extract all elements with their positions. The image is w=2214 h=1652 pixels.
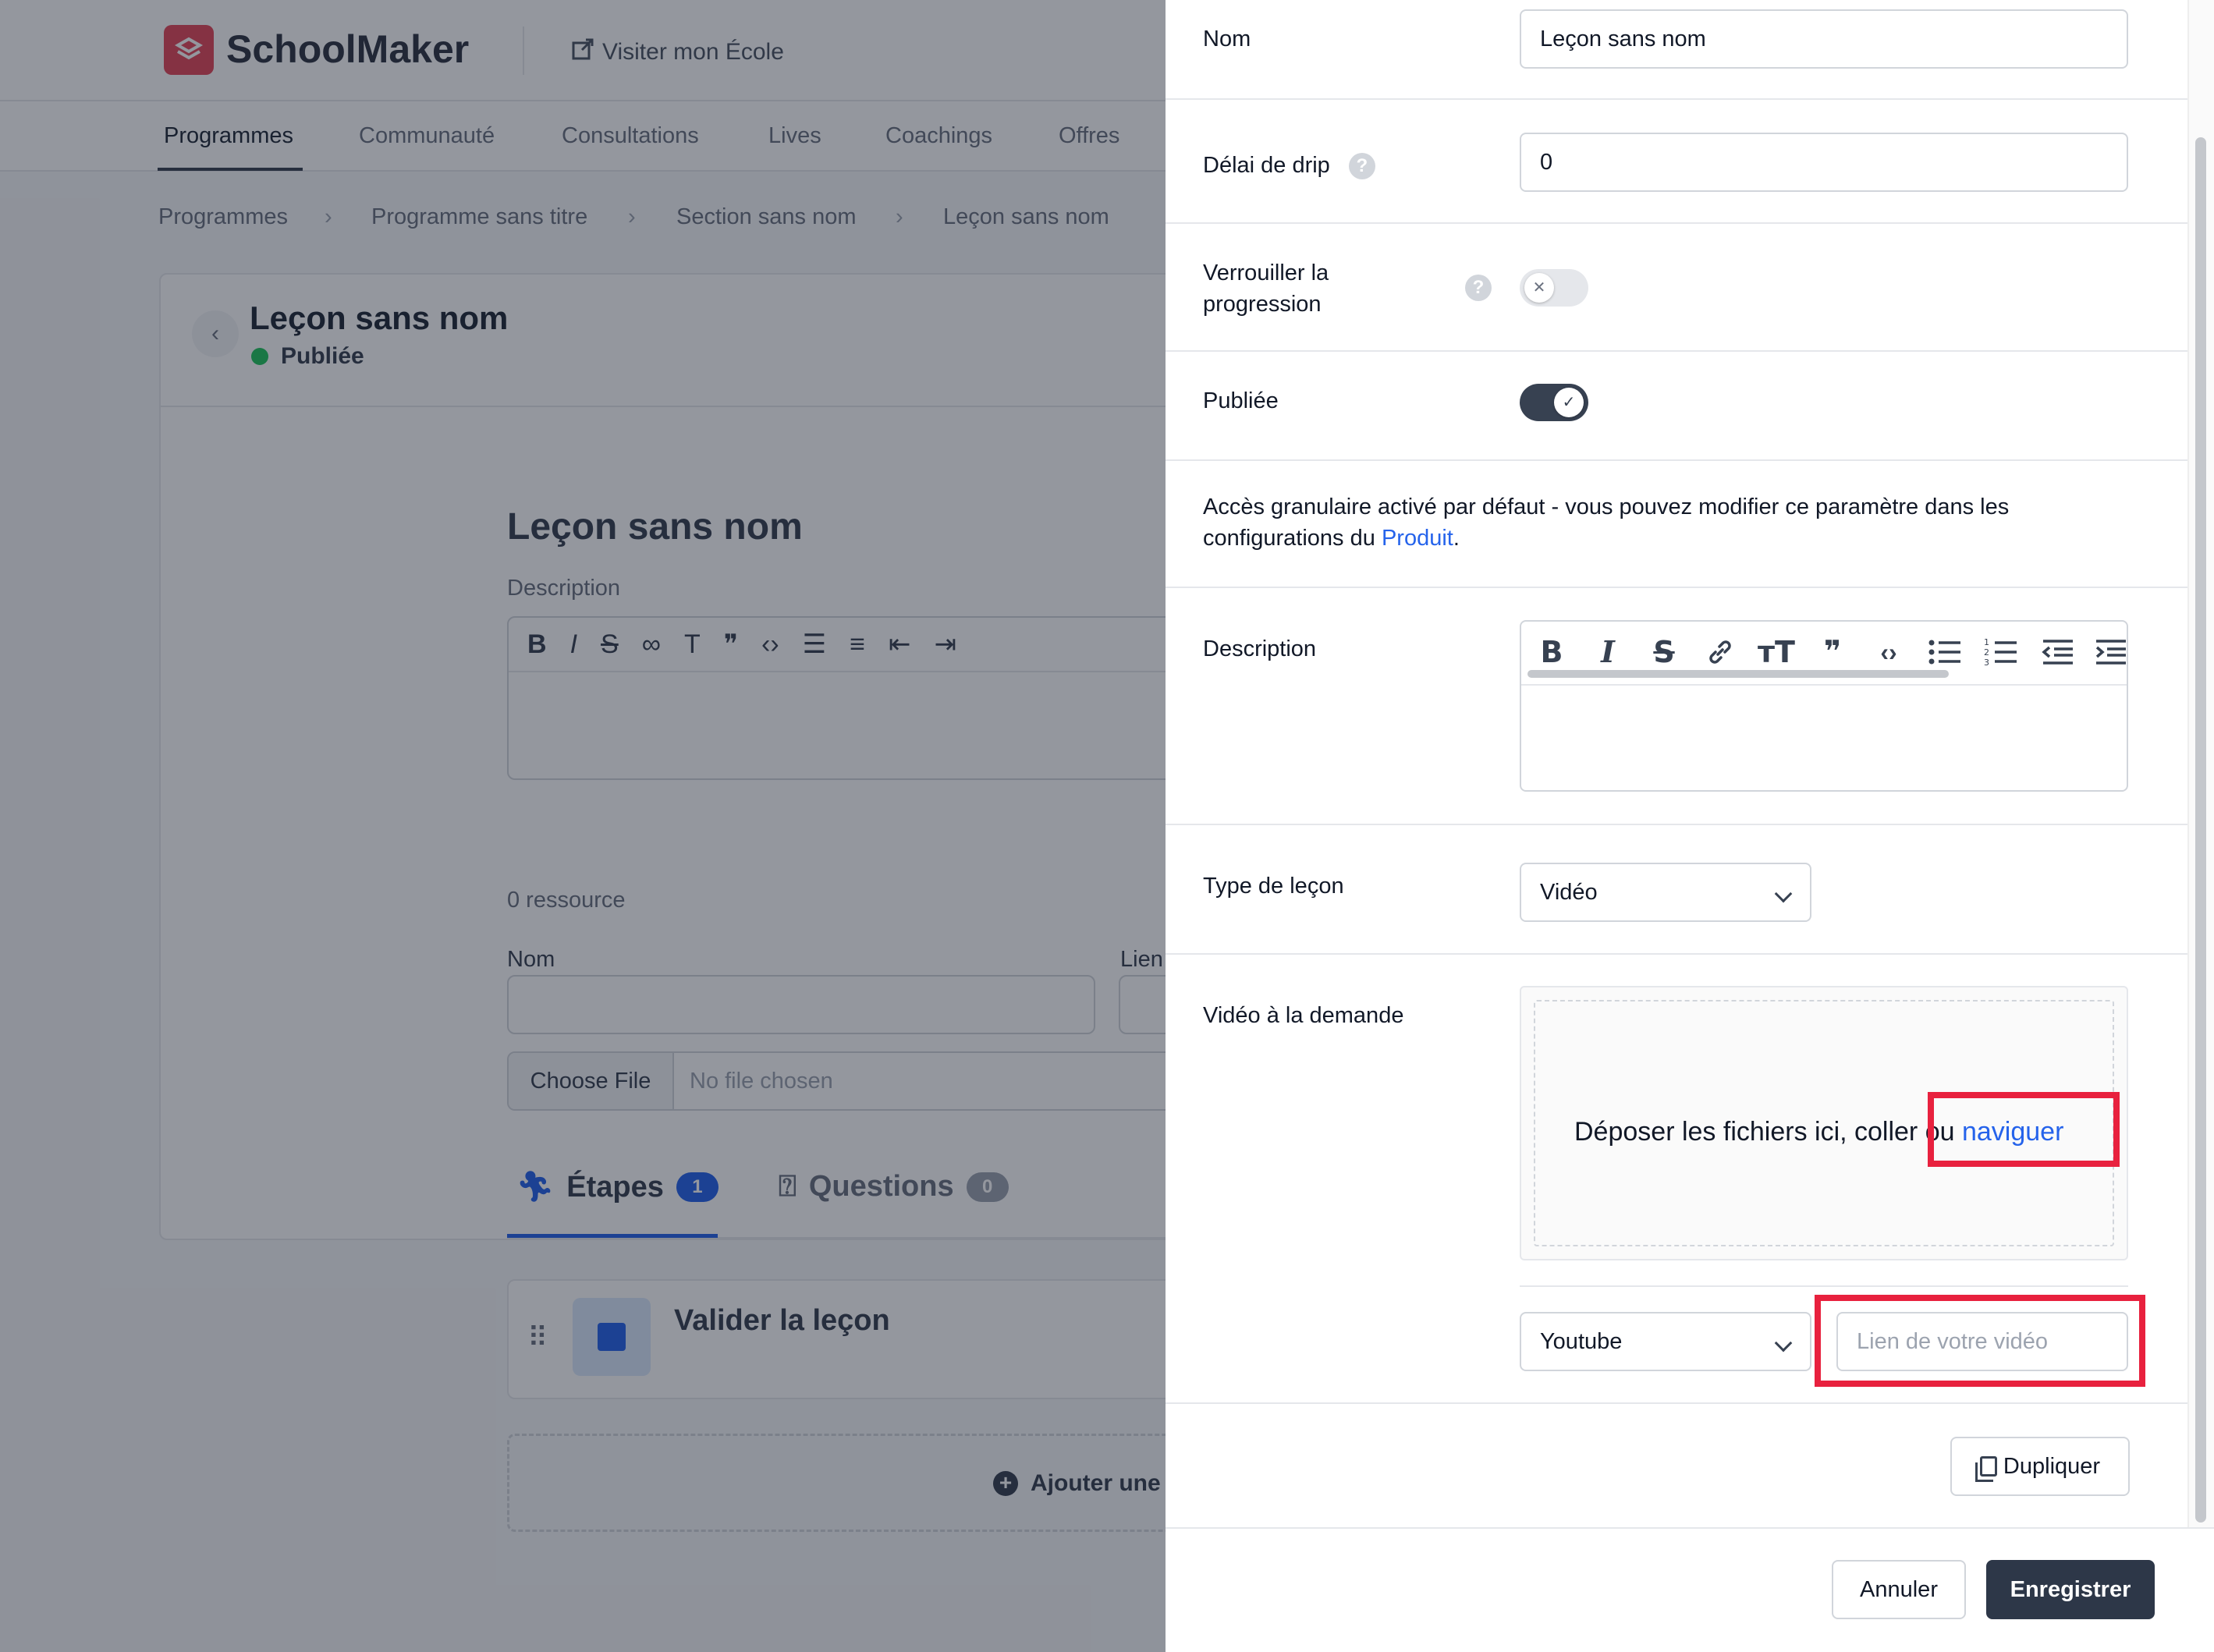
- row-divider: [1166, 459, 2187, 461]
- drawer-scrollbar-thumb[interactable]: [2195, 137, 2206, 1523]
- modal-overlay[interactable]: [0, 0, 1166, 1652]
- section-divider: [1520, 1285, 2128, 1287]
- lock-progress-line1: Verrouiller la: [1203, 261, 1329, 285]
- lesson-type-value: Vidéo: [1540, 880, 1598, 905]
- link-icon[interactable]: [1701, 633, 1740, 672]
- video-source-select[interactable]: Youtube: [1520, 1312, 1811, 1371]
- granular-access-info: Accès granulaire activé par défaut - vou…: [1203, 491, 2124, 554]
- lesson-settings-drawer: Nom Délai de drip ? Verrouiller la progr…: [1166, 0, 2214, 1652]
- video-source-value: Youtube: [1540, 1329, 1623, 1354]
- heading-icon[interactable]: ᴛT: [1757, 633, 1796, 672]
- help-icon[interactable]: ?: [1348, 153, 1375, 180]
- row-divider: [1166, 824, 2187, 825]
- code-icon[interactable]: ‹›: [1869, 633, 1908, 672]
- chevron-down-icon: [1774, 884, 1793, 903]
- row-divider: [1166, 953, 2187, 955]
- svg-text:2: 2: [1984, 647, 1989, 658]
- drip-delay-label: Délai de drip ?: [1203, 150, 1375, 181]
- strikethrough-icon[interactable]: S: [1645, 633, 1684, 672]
- highlight-box: [1815, 1295, 2145, 1387]
- info-period: .: [1453, 526, 1460, 551]
- lock-progress-line2: progression: [1203, 292, 1322, 317]
- outdent-icon[interactable]: [2038, 633, 2077, 672]
- check-icon: ✓: [1554, 388, 1584, 417]
- bold-icon[interactable]: B: [1532, 633, 1571, 672]
- name-label: Nom: [1203, 27, 1251, 51]
- numbered-list-icon[interactable]: 123: [1982, 633, 2021, 672]
- drip-delay-input[interactable]: [1520, 133, 2128, 192]
- editor-toolbar: B I S ᴛT ❞ ‹› 123: [1521, 622, 2127, 686]
- info-text: Accès granulaire activé par défaut - vou…: [1203, 495, 2010, 551]
- svg-text:3: 3: [1984, 658, 1989, 668]
- lesson-type-select[interactable]: Vidéo: [1520, 863, 1811, 922]
- lock-progress-toggle[interactable]: ✕: [1520, 269, 1588, 307]
- bullet-list-icon[interactable]: [1925, 633, 1964, 672]
- toolbar-scrollbar[interactable]: [1527, 670, 1949, 678]
- duplicate-label: Dupliquer: [2003, 1454, 2101, 1479]
- lesson-type-label: Type de leçon: [1203, 874, 1344, 899]
- dropzone-instructions: Déposer les fichiers ici, coller ou: [1574, 1117, 1962, 1147]
- help-icon[interactable]: ?: [1465, 275, 1492, 301]
- cancel-button[interactable]: Annuler: [1832, 1560, 1966, 1619]
- drip-delay-text: Délai de drip: [1203, 153, 1330, 178]
- description-editor: B I S ᴛT ❞ ‹› 123: [1520, 620, 2128, 792]
- italic-icon[interactable]: I: [1588, 633, 1627, 672]
- quote-icon[interactable]: ❞: [1813, 633, 1852, 672]
- svg-text:1: 1: [1984, 637, 1989, 647]
- duplicate-button[interactable]: Dupliquer: [1950, 1437, 2130, 1496]
- lock-progress-label: Verrouiller la progression: [1203, 257, 1329, 320]
- row-divider: [1166, 587, 2187, 588]
- description-text-area[interactable]: [1521, 686, 2127, 790]
- highlight-box: [1928, 1092, 2120, 1167]
- row-divider: [1166, 350, 2187, 352]
- description-label: Description: [1203, 636, 1317, 661]
- row-divider: [1166, 1402, 2187, 1404]
- save-button[interactable]: Enregistrer: [1986, 1560, 2155, 1619]
- vod-label: Vidéo à la demande: [1203, 1003, 1404, 1028]
- indent-icon[interactable]: [2091, 633, 2127, 672]
- product-link[interactable]: Produit: [1382, 526, 1453, 551]
- lesson-name-input[interactable]: [1520, 9, 2128, 69]
- toggle-off-icon: ✕: [1524, 273, 1554, 303]
- drawer-footer: Annuler Enregistrer: [1166, 1527, 2214, 1652]
- chevron-down-icon: [1774, 1334, 1793, 1352]
- row-divider: [1166, 98, 2187, 100]
- copy-icon: [1975, 1456, 1997, 1482]
- published-toggle[interactable]: ✓: [1520, 384, 1588, 421]
- published-label: Publiée: [1203, 388, 1279, 413]
- row-divider: [1166, 222, 2187, 224]
